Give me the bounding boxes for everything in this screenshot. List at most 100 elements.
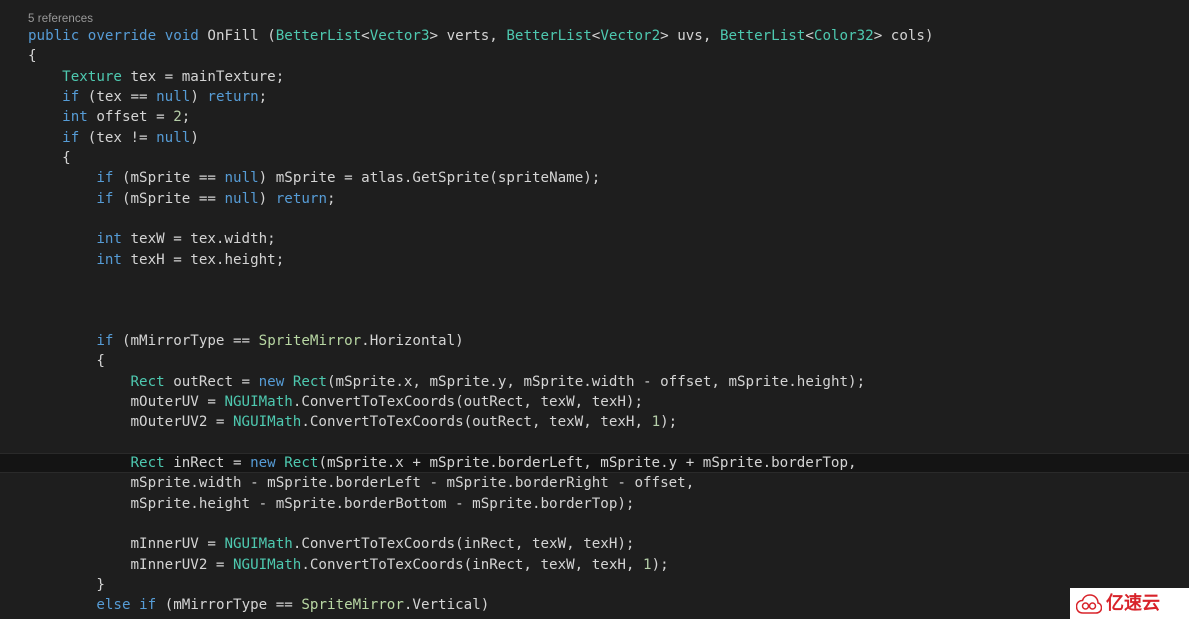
code-editor[interactable]: 5 references public override void OnFill… (0, 0, 1189, 619)
code-token: offset = (87, 109, 174, 126)
code-token: Vector2 (600, 28, 661, 44)
code-line[interactable] (0, 433, 1189, 453)
code-token: > cols) (873, 28, 934, 44)
code-token: void (164, 28, 199, 44)
code-token: Texture (62, 68, 122, 85)
code-token: Rect (130, 373, 165, 390)
code-line[interactable]: if (tex != null) (0, 128, 1189, 148)
code-token: int (62, 109, 88, 126)
code-token: int (96, 251, 122, 268)
code-line[interactable]: int texW = tex.width; (0, 229, 1189, 249)
code-token: Color32 (813, 28, 874, 44)
code-line[interactable]: mInnerUV2 = NGUIMath.ConvertToTexCoords(… (0, 555, 1189, 575)
code-token: (mMirrorType == (113, 332, 259, 349)
code-line[interactable] (0, 311, 1189, 331)
code-token: ; (181, 109, 191, 126)
code-token: { (28, 149, 71, 166)
code-line[interactable]: Rect outRect = new Rect(mSprite.x, mSpri… (0, 372, 1189, 392)
code-token: OnFill ( (198, 28, 276, 44)
code-token: (mSprite == (113, 190, 225, 207)
code-line[interactable] (0, 514, 1189, 534)
code-line[interactable]: int offset = 2; (0, 107, 1189, 127)
code-line[interactable] (0, 270, 1189, 290)
code-line[interactable]: } (0, 575, 1189, 595)
code-token: mOuterUV2 = (28, 414, 233, 431)
code-token: if (62, 88, 80, 105)
code-token: mInnerUV = (28, 536, 225, 553)
code-line[interactable]: else if (mMirrorType == SpriteMirror.Ver… (0, 595, 1189, 615)
code-token: ); (651, 556, 669, 573)
code-token: (mSprite.x + mSprite.borderLeft, mSprite… (318, 454, 857, 471)
code-line[interactable] (0, 209, 1189, 229)
code-line[interactable] (0, 290, 1189, 310)
code-line[interactable]: mInnerUV = NGUIMath.ConvertToTexCoords(i… (0, 534, 1189, 554)
code-token: } (28, 576, 105, 593)
code-token: .ConvertToTexCoords(outRect, texW, texH)… (292, 393, 644, 410)
watermark-text: 亿速云 (1106, 592, 1160, 614)
code-token: override (87, 28, 157, 44)
code-line[interactable]: { (0, 351, 1189, 371)
code-token: < (805, 28, 814, 44)
code-line[interactable]: public override void OnFill (BetterList<… (0, 26, 1189, 46)
code-token: Vector3 (369, 28, 430, 44)
code-token: ) (190, 129, 199, 146)
code-token: Rect (292, 373, 327, 390)
code-token: { (28, 353, 105, 370)
code-token: if (139, 597, 157, 614)
code-line[interactable]: { (0, 148, 1189, 168)
code-line[interactable]: if (mSprite == null) mSprite = atlas.Get… (0, 168, 1189, 188)
code-token: ) (258, 190, 276, 207)
code-token: (tex != (79, 129, 157, 146)
code-token: null (156, 88, 191, 105)
code-token: BetterList (275, 28, 362, 44)
code-line[interactable]: if (mSprite == null) return; (0, 189, 1189, 209)
code-token: NGUIMath (233, 556, 302, 573)
code-token: .Vertical) (403, 597, 490, 614)
code-line[interactable]: mOuterUV = NGUIMath.ConvertToTexCoords(o… (0, 392, 1189, 412)
code-token: inRect = (164, 454, 251, 471)
code-line[interactable]: int texH = tex.height; (0, 250, 1189, 270)
code-token: if (96, 170, 114, 187)
code-token: null (224, 170, 259, 187)
code-token: mSprite.width - mSprite.borderLeft - mSp… (28, 475, 695, 492)
code-token: if (96, 190, 114, 207)
watermark: 亿速云 (1070, 588, 1189, 619)
code-token: null (224, 190, 259, 207)
codelens-references[interactable]: 5 references (28, 13, 93, 25)
code-token: ; (258, 88, 268, 105)
code-token: outRect = (164, 373, 259, 390)
code-token: .ConvertToTexCoords(inRect, texW, texH); (292, 536, 635, 553)
code-line[interactable]: { (0, 46, 1189, 66)
code-line[interactable]: if (mMirrorType == SpriteMirror.Horizont… (0, 331, 1189, 351)
code-line[interactable]: Texture tex = mainTexture; (0, 67, 1189, 87)
code-token: > uvs, (660, 28, 720, 44)
code-line[interactable]: if (tex == null) return; (0, 87, 1189, 107)
code-token: ) (190, 88, 208, 105)
code-lines-container[interactable]: public override void OnFill (BetterList<… (0, 26, 1189, 616)
code-line[interactable]: Rect inRect = new Rect(mSprite.x + mSpri… (0, 452, 1189, 474)
code-token: 2 (173, 109, 182, 126)
code-token: .ConvertToTexCoords(inRect, texW, texH, (301, 556, 644, 573)
code-line[interactable]: mOuterUV2 = NGUIMath.ConvertToTexCoords(… (0, 412, 1189, 432)
code-token: texH = tex.height; (121, 251, 285, 268)
code-token: (mMirrorType == (156, 597, 302, 614)
code-line[interactable]: mSprite.width - mSprite.borderLeft - mSp… (0, 473, 1189, 493)
code-token: > verts, (429, 28, 507, 44)
code-token: { (28, 48, 37, 65)
code-token: SpriteMirror (258, 332, 362, 349)
code-token: (tex == (79, 88, 157, 105)
code-token: < (361, 28, 370, 44)
code-token: SpriteMirror (301, 597, 404, 614)
code-line[interactable]: mSprite.height - mSprite.borderBottom - … (0, 494, 1189, 514)
